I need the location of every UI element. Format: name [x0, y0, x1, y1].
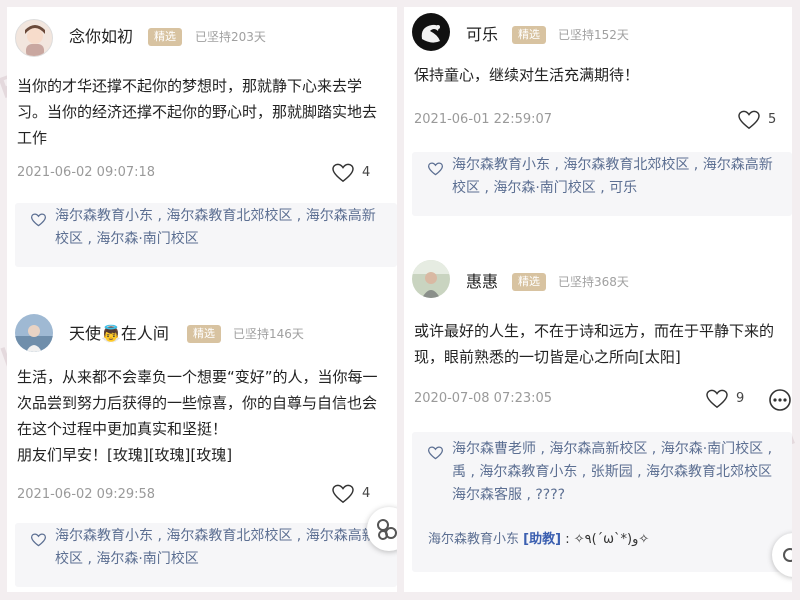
- likers-list: 海尔森教育小东 , 海尔森教育北郊校区 , 海尔森高新 校区 , 海尔森·南门校…: [412, 152, 792, 216]
- avatar[interactable]: [15, 314, 53, 352]
- post-content-line: 朋友们早安！[玫瑰][玫瑰][玫瑰]: [17, 446, 233, 464]
- post-header: 天使👼在人间 精选 已坚持146天: [7, 312, 397, 356]
- post-card: 惠惠 精选 已坚持368天 或许最好的人生，不在于诗和远方，而在于平静下来的 现…: [404, 252, 792, 592]
- post-content-line: 工作: [17, 129, 48, 147]
- username[interactable]: 惠惠: [466, 272, 498, 292]
- like-count: 4: [362, 165, 371, 180]
- streak-days: 已坚持152天: [558, 28, 629, 42]
- feed-panel-left: 念你如初 精选 已坚持203天 当你的才华还撑不起你的梦想时，那就静下心来去学 …: [7, 7, 397, 592]
- likers-line[interactable]: 校区 , 海尔森·南门校区: [55, 228, 376, 251]
- post-content: 生活，从来都不会辜负一个想要“变好”的人，当你每一 次品尝到努力后获得的一些惊喜…: [17, 364, 397, 468]
- username[interactable]: 念你如初: [69, 27, 133, 47]
- more-dots-icon[interactable]: [768, 388, 792, 412]
- post-content-line: 生活，从来都不会辜负一个想要“变好”的人，当你每一: [17, 368, 378, 386]
- avatar[interactable]: [412, 260, 450, 298]
- post-content-line: 或许最好的人生，不在于诗和远方，而在于平静下来的: [414, 322, 775, 340]
- username[interactable]: 天使👼在人间: [69, 324, 169, 344]
- post-header: 惠惠 精选 已坚持368天: [404, 258, 792, 302]
- like-button[interactable]: 9: [706, 389, 756, 411]
- likers-line[interactable]: 海尔森曹老师 , 海尔森高新校区 , 海尔森·南门校区 ,: [452, 438, 772, 461]
- like-count: 9: [736, 391, 745, 406]
- post-timestamp: 2020-07-08 07:23:05: [414, 391, 553, 406]
- post-content: 当你的才华还撑不起你的梦想时，那就静下心来去学 习。当你的经济还撑不起你的野心时…: [17, 73, 397, 151]
- streak-days: 已坚持368天: [558, 275, 629, 289]
- likers-names[interactable]: 海尔森教育小东 , 海尔森教育北郊校区 , 海尔森高新 校区 , 海尔森·南门校…: [55, 205, 376, 251]
- reply-role-tag: [助教]: [523, 532, 562, 547]
- post-content: 保持童心，继续对生活充满期待！: [414, 62, 792, 88]
- streak-days: 已坚持146天: [233, 327, 304, 341]
- post-content-line: 习。当你的经济还撑不起你的野心时，那就脚踏实地去: [17, 103, 378, 121]
- likers-list: 海尔森教育小东 , 海尔森教育北郊校区 , 海尔森高新 校区 , 海尔森·南门校…: [15, 203, 397, 267]
- post-timestamp: 2021-06-02 09:07:18: [17, 165, 156, 180]
- avatar[interactable]: [412, 13, 450, 51]
- like-button[interactable]: 4: [332, 163, 382, 185]
- heart-icon: [332, 484, 354, 504]
- floating-action-button[interactable]: [772, 533, 792, 577]
- heart-icon: [738, 110, 760, 130]
- likers-names[interactable]: 海尔森曹老师 , 海尔森高新校区 , 海尔森·南门校区 , 禹 , 海尔森教育小…: [452, 438, 772, 507]
- likers-list: 海尔森曹老师 , 海尔森高新校区 , 海尔森·南门校区 , 禹 , 海尔森教育小…: [412, 432, 792, 572]
- floating-action-icon: [783, 548, 792, 562]
- reply-text: ✧٩(ˊωˋ*)و✧: [573, 532, 650, 547]
- like-count: 5: [768, 112, 777, 127]
- likers-line[interactable]: 校区 , 海尔森·南门校区: [55, 548, 376, 571]
- heart-icon: [706, 389, 728, 409]
- feed-panel-right: 可乐 精选 已坚持152天 保持童心，继续对生活充满期待！ 2021-06-01…: [404, 7, 792, 592]
- likers-line[interactable]: 海尔森客服 , ????: [452, 484, 772, 507]
- post-content-line: 在这个过程中更加真实和坚挺！: [17, 420, 228, 438]
- post-timestamp: 2021-06-01 22:59:07: [414, 112, 553, 127]
- comment-reply[interactable]: 海尔森教育小东 [助教] : ✧٩(ˊωˋ*)و✧: [428, 530, 649, 550]
- likers-line[interactable]: 禹 , 海尔森教育小东 , 张斯园 , 海尔森教育北郊校区: [452, 461, 772, 484]
- likers-names[interactable]: 海尔森教育小东 , 海尔森教育北郊校区 , 海尔森高新 校区 , 海尔森·南门校…: [452, 154, 773, 200]
- post-timestamp: 2021-06-02 09:29:58: [17, 487, 156, 502]
- post-content-line: 保持童心，继续对生活充满期待！: [414, 66, 640, 84]
- likers-line[interactable]: 海尔森教育小东 , 海尔森教育北郊校区 , 海尔森高新: [452, 154, 773, 177]
- post-content-line: 次品尝到努力后获得的一些惊喜，你的自尊与自信也会: [17, 394, 378, 412]
- featured-badge: 精选: [512, 273, 546, 291]
- like-button[interactable]: 4: [332, 484, 382, 506]
- avatar[interactable]: [15, 19, 53, 57]
- post-header: 念你如初 精选 已坚持203天: [7, 15, 397, 59]
- reply-author[interactable]: 海尔森教育小东: [428, 532, 519, 547]
- post-card: 可乐 精选 已坚持152天 保持童心，继续对生活充满期待！ 2021-06-01…: [404, 7, 792, 257]
- likers-line[interactable]: 海尔森教育小东 , 海尔森教育北郊校区 , 海尔森高新: [55, 525, 376, 548]
- likers-line[interactable]: 校区 , 海尔森·南门校区 , 可乐: [452, 177, 773, 200]
- floating-action-icon: [377, 519, 397, 540]
- reply-separator: :: [565, 532, 574, 547]
- post-card: 天使👼在人间 精选 已坚持146天 生活，从来都不会辜负一个想要“变好”的人，当…: [7, 302, 397, 592]
- post-content-line: 当你的才华还撑不起你的梦想时，那就静下心来去学: [17, 77, 363, 95]
- like-count: 4: [362, 486, 371, 501]
- floating-action-button[interactable]: [367, 507, 397, 551]
- username[interactable]: 可乐: [466, 25, 498, 45]
- post-content: 或许最好的人生，不在于诗和远方，而在于平静下来的 现，眼前熟悉的一切皆是心之所向…: [414, 318, 792, 370]
- featured-badge: 精选: [148, 28, 182, 46]
- heart-icon: [428, 162, 443, 176]
- featured-badge: 精选: [512, 26, 546, 44]
- post-card: 念你如初 精选 已坚持203天 当你的才华还撑不起你的梦想时，那就静下心来去学 …: [7, 7, 397, 287]
- likers-names[interactable]: 海尔森教育小东 , 海尔森教育北郊校区 , 海尔森高新 校区 , 海尔森·南门校…: [55, 525, 376, 571]
- post-content-line: 现，眼前熟悉的一切皆是心之所向[太阳]: [414, 348, 681, 366]
- heart-icon: [31, 213, 46, 227]
- like-button[interactable]: 5: [738, 110, 788, 132]
- heart-icon: [332, 163, 354, 183]
- likers-line[interactable]: 海尔森教育小东 , 海尔森教育北郊校区 , 海尔森高新: [55, 205, 376, 228]
- streak-days: 已坚持203天: [195, 30, 266, 44]
- heart-icon: [31, 533, 46, 547]
- heart-icon: [428, 446, 443, 460]
- post-header: 可乐 精选 已坚持152天: [404, 11, 792, 55]
- likers-list: 海尔森教育小东 , 海尔森教育北郊校区 , 海尔森高新 校区 , 海尔森·南门校…: [15, 523, 397, 587]
- featured-badge: 精选: [187, 325, 221, 343]
